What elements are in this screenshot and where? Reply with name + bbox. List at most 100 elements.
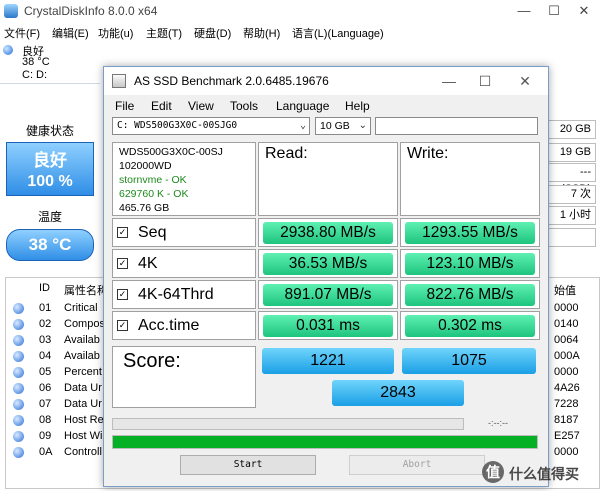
as-menu-help[interactable]: Help xyxy=(345,99,370,113)
row-id: 05 xyxy=(39,366,52,378)
total-progress-fill xyxy=(113,436,537,448)
as-menu-file[interactable]: File xyxy=(115,99,134,113)
write-header: Write: xyxy=(407,145,449,162)
drive-firmware: 102000WD xyxy=(119,160,172,172)
as-close-button[interactable]: ✕ xyxy=(510,71,540,91)
cdi-menu-function[interactable]: 功能(u) xyxy=(98,25,133,41)
cdi-right-value: 7 次 xyxy=(548,185,596,204)
write-header-panel: Write: xyxy=(400,142,540,216)
result-cell: 0.031 ms xyxy=(258,311,398,340)
row-id: 09 xyxy=(39,430,52,442)
cdi-maximize-button[interactable]: ☐ xyxy=(540,2,568,20)
result-cell: 822.76 MB/s xyxy=(400,280,540,309)
row-name: Compos xyxy=(64,318,105,330)
drive-capacity: 465.76 GB xyxy=(119,202,170,214)
total-progress-bar xyxy=(112,435,538,449)
as-titlebar: AS SSD Benchmark 2.0.6485.19676 — ☐ ✕ xyxy=(104,67,548,95)
status-dot-icon xyxy=(13,351,24,362)
row-raw: 0140 xyxy=(554,318,579,330)
result-cell: 36.53 MB/s xyxy=(258,249,398,278)
checkbox-checked-icon[interactable]: ✓ xyxy=(117,320,128,331)
as-menu-view[interactable]: View xyxy=(188,99,214,113)
extra-input-field[interactable] xyxy=(375,117,538,135)
read-result: 891.07 MB/s xyxy=(263,284,393,306)
test-row-acc-time[interactable]: ✓ Acc.time xyxy=(112,311,256,340)
write-result: 0.302 ms xyxy=(405,315,535,337)
test-name: Acc.time xyxy=(138,317,200,334)
table-header-id: ID xyxy=(39,282,50,294)
checkbox-checked-icon[interactable]: ✓ xyxy=(117,258,128,269)
as-window-title: AS SSD Benchmark 2.0.6485.19676 xyxy=(134,74,329,88)
disk-tab-temp: 38 °C xyxy=(22,56,50,68)
read-score: 1221 xyxy=(262,348,394,374)
as-ssd-window: AS SSD Benchmark 2.0.6485.19676 — ☐ ✕ Fi… xyxy=(103,66,549,487)
cdi-menu-theme[interactable]: 主题(T) xyxy=(146,25,182,41)
row-raw: 0064 xyxy=(554,334,579,346)
cdi-menu-disk[interactable]: 硬盘(D) xyxy=(194,25,231,41)
as-menu-tools[interactable]: Tools xyxy=(230,99,258,113)
row-name: Critical xyxy=(64,302,98,314)
checkbox-checked-icon[interactable]: ✓ xyxy=(117,289,128,300)
cdi-right-value: 20 GB xyxy=(548,120,596,139)
as-maximize-button[interactable]: ☐ xyxy=(470,71,500,91)
cdi-right-value xyxy=(548,228,596,247)
row-name: Data Ur xyxy=(64,398,102,410)
chevron-down-icon: ⌄ xyxy=(358,120,367,131)
read-result: 2938.80 MB/s xyxy=(263,222,393,244)
test-progress-bar xyxy=(112,418,464,430)
watermark-text: 什么值得买 xyxy=(509,466,579,482)
row-name: Availab xyxy=(64,334,100,346)
health-status-box: 良好 100 % xyxy=(6,142,94,196)
row-raw: 8187 xyxy=(554,414,579,426)
table-header-name: 属性名称 xyxy=(64,285,108,297)
status-dot-icon xyxy=(13,431,24,442)
disk-tab-letter: C: D: xyxy=(22,69,48,81)
read-header: Read: xyxy=(265,145,308,162)
status-dot-icon xyxy=(13,383,24,394)
test-size-select[interactable]: 10 GB ⌄ xyxy=(315,117,371,135)
start-button[interactable]: Start xyxy=(180,455,316,475)
cdi-menubar: 文件(F) 编辑(E) 功能(u) 主题(T) 硬盘(D) 帮助(H) 语言(L… xyxy=(0,24,600,42)
row-name: Host Wi xyxy=(64,430,103,442)
write-result: 123.10 MB/s xyxy=(405,253,535,275)
read-result: 0.031 ms xyxy=(263,315,393,337)
status-dot-icon xyxy=(13,447,24,458)
cdi-right-value: --- (SSD) xyxy=(548,163,596,195)
cdi-menu-file[interactable]: 文件(F) xyxy=(4,25,40,41)
abort-button[interactable]: Abort xyxy=(349,455,485,475)
cdi-close-button[interactable]: ✕ xyxy=(570,2,598,20)
status-dot-icon xyxy=(13,319,24,330)
checkbox-checked-icon[interactable]: ✓ xyxy=(117,227,128,238)
row-name: Controll xyxy=(64,446,102,458)
drive-info-panel: WDS500G3X0C-00SJ 102000WD stornvme - OK … xyxy=(112,142,256,216)
cdi-disk-tab[interactable]: 良好 38 °C C: D: xyxy=(0,42,100,84)
row-id: 0A xyxy=(39,446,53,458)
as-minimize-button[interactable]: — xyxy=(434,71,464,91)
read-header-panel: Read: xyxy=(258,142,398,216)
row-name: Percent xyxy=(64,366,102,378)
test-row-4k-64thrd[interactable]: ✓ 4K-64Thrd xyxy=(112,280,256,309)
drive-select-value: C: WDS500G3X0C-00SJG0 xyxy=(117,120,238,131)
drive-select[interactable]: C: WDS500G3X0C-00SJG0 ⌄ xyxy=(112,117,310,135)
as-menu-language[interactable]: Language xyxy=(276,99,329,113)
health-percent: 100 % xyxy=(27,173,73,190)
as-menu-edit[interactable]: Edit xyxy=(151,99,172,113)
chevron-down-icon: ⌄ xyxy=(299,120,306,131)
result-cell: 0.302 ms xyxy=(400,311,540,340)
cdi-menu-edit[interactable]: 编辑(E) xyxy=(52,25,89,41)
row-raw: 0000 xyxy=(554,446,579,458)
test-row-seq[interactable]: ✓ Seq xyxy=(112,218,256,247)
cdi-minimize-button[interactable]: — xyxy=(510,2,538,20)
as-menubar: File Edit View Tools Language Help xyxy=(104,97,548,115)
status-dot-icon xyxy=(13,415,24,426)
test-name: Seq xyxy=(138,224,167,241)
row-raw: 7228 xyxy=(554,398,579,410)
cdi-menu-language[interactable]: 语言(L)(Language) xyxy=(292,25,384,41)
write-result: 822.76 MB/s xyxy=(405,284,535,306)
test-row-4k[interactable]: ✓ 4K xyxy=(112,249,256,278)
cdi-menu-help[interactable]: 帮助(H) xyxy=(243,25,280,41)
write-result: 1293.55 MB/s xyxy=(405,222,535,244)
row-raw: 000A xyxy=(554,350,580,362)
total-score: 2843 xyxy=(332,380,464,406)
row-id: 07 xyxy=(39,398,52,410)
